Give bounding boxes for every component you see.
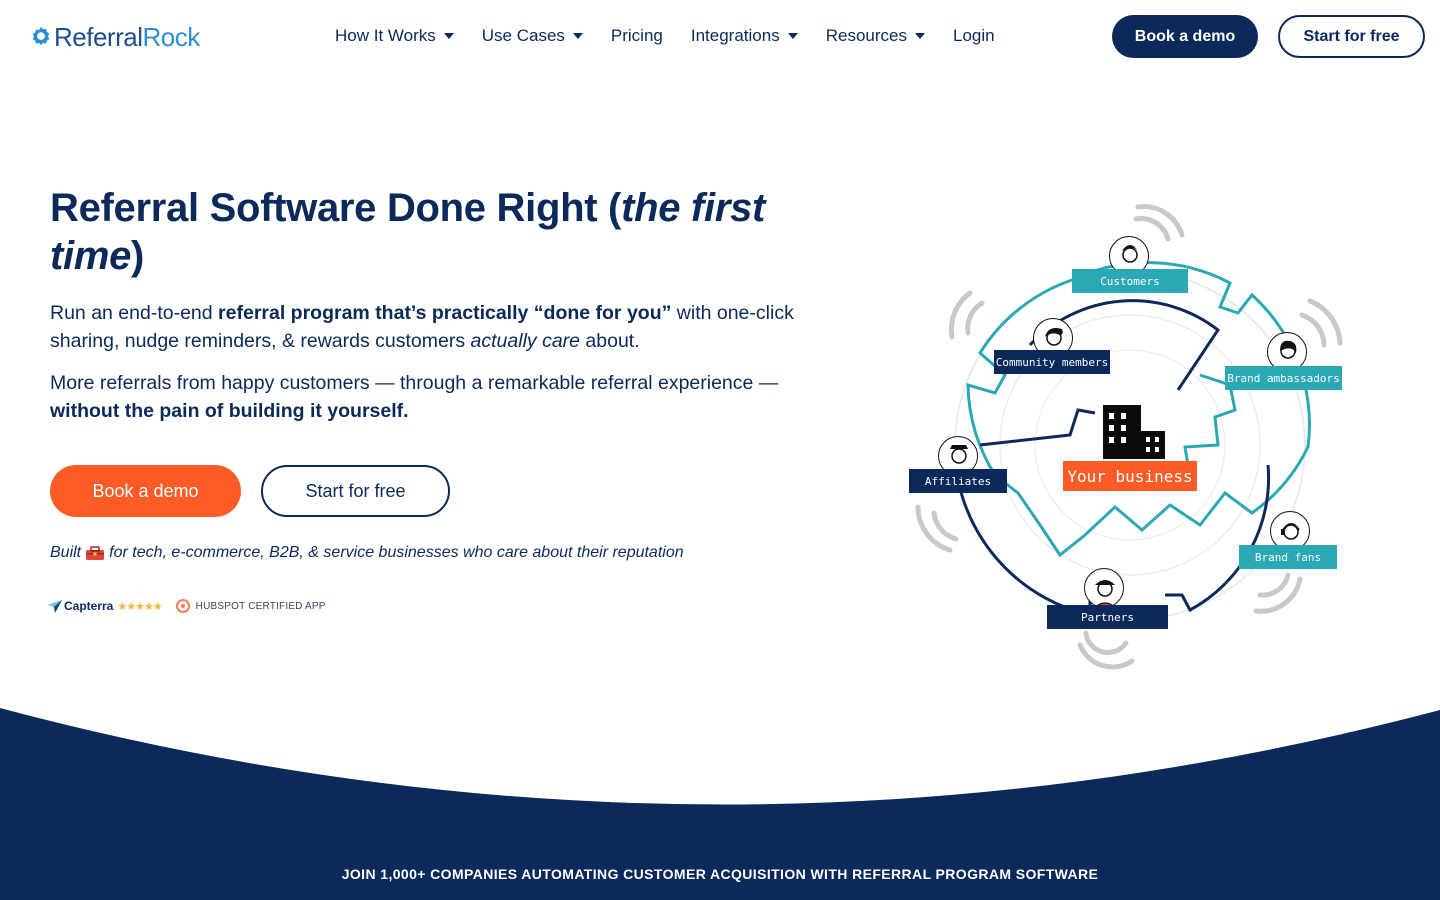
caret-down-icon [787, 33, 798, 39]
nav-pricing[interactable]: Pricing [611, 26, 663, 46]
referralrock-logo[interactable]: ReferralRock [30, 22, 200, 52]
hero-book-demo-button[interactable]: Book a demo [50, 465, 241, 517]
nav-integrations[interactable]: Integrations [691, 26, 798, 46]
nav-how-it-works[interactable]: How It Works [335, 26, 454, 46]
nav-use-cases[interactable]: Use Cases [482, 26, 583, 46]
diagram-label-partners: Partners [1047, 605, 1168, 629]
nav-start-free-button[interactable]: Start for free [1278, 15, 1425, 58]
join-companies-heading: JOIN 1,000+ COMPANIES AUTOMATING CUSTOME… [341, 866, 1099, 882]
diagram-center-label: Your business [1063, 461, 1197, 491]
nav-resources[interactable]: Resources [826, 26, 925, 46]
building-icon [1103, 405, 1165, 459]
hubspot-icon [175, 599, 190, 613]
main-menu: How It Works Use Cases Pricing Integrati… [335, 26, 1023, 46]
top-nav: ReferralRock How It Works Use Cases Pric… [0, 0, 1440, 74]
referral-network-diagram: Customers Community members Brand ambass… [900, 195, 1360, 675]
trust-badges: Capterra ★★★★★ HUBSPOT CERTIFIED APP [48, 599, 326, 613]
logo-text: ReferralRock [54, 21, 200, 52]
built-for-tagline: Built for tech, e-commerce, B2B, & servi… [50, 544, 684, 561]
partner-avatar-icon [1084, 568, 1124, 608]
caret-down-icon [914, 33, 925, 39]
nav-book-demo-button[interactable]: Book a demo [1112, 15, 1258, 58]
diagram-label-customers: Customers [1072, 269, 1188, 293]
diagram-label-affiliates: Affiliates [909, 469, 1007, 493]
capterra-badge[interactable]: Capterra ★★★★★ [48, 599, 163, 613]
caret-down-icon [572, 33, 583, 39]
rating-stars: ★★★★★ [117, 600, 162, 613]
caret-down-icon [443, 33, 454, 39]
hero-subdescription: More referrals from happy customers — th… [50, 372, 779, 422]
nav-login[interactable]: Login [953, 26, 995, 46]
gear-logo-icon [32, 26, 50, 46]
hero-title: Referral Software Done Right (the first … [50, 186, 766, 278]
diagram-label-fans: Brand fans [1239, 545, 1337, 569]
hero-start-free-button[interactable]: Start for free [261, 465, 450, 517]
hubspot-badge[interactable]: HUBSPOT CERTIFIED APP [175, 599, 326, 613]
capterra-arrow-icon [48, 599, 62, 613]
diagram-label-community: Community members [994, 350, 1110, 374]
toolbox-icon [86, 546, 105, 560]
diagram-label-ambassadors: Brand ambassadors [1225, 366, 1342, 390]
hero-description: Run an end-to-end referral program that’… [50, 302, 794, 352]
